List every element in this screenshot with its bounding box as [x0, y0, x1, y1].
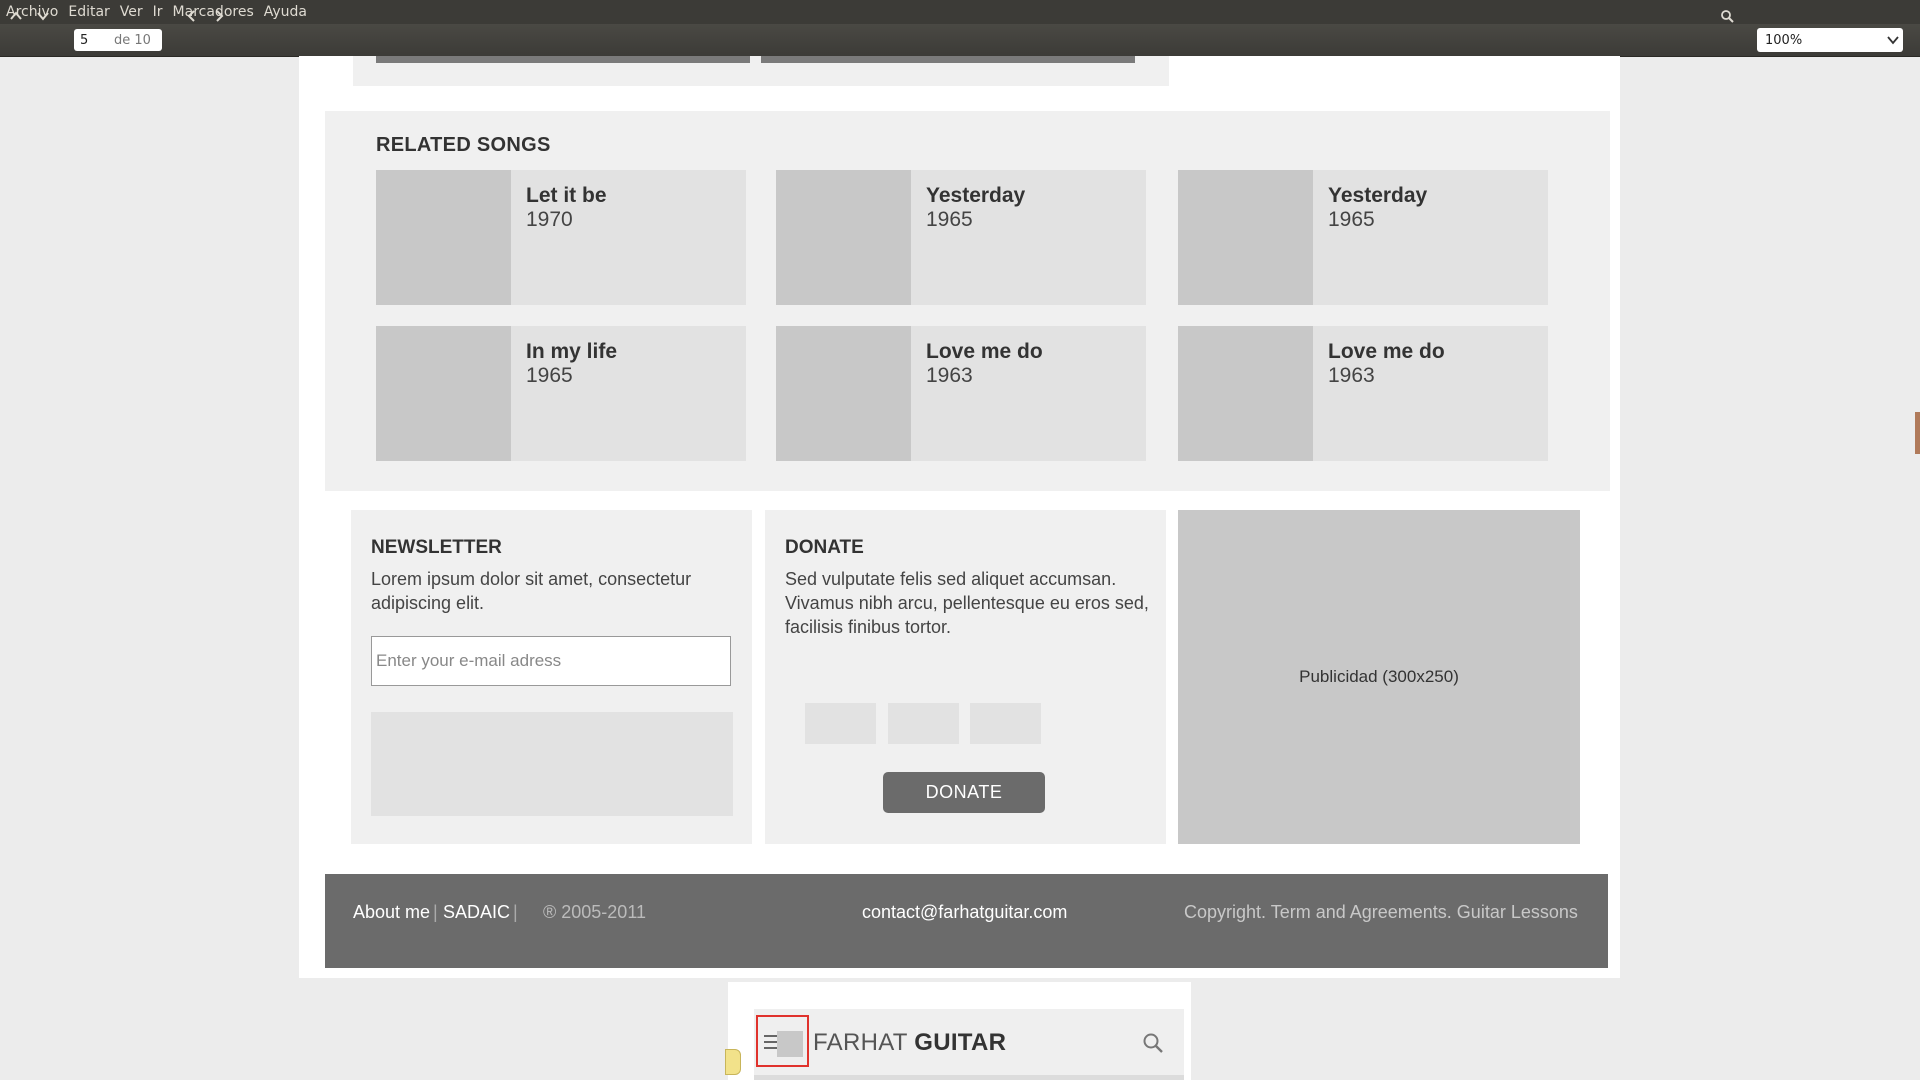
menu-ayuda[interactable]: Ayuda: [259, 0, 312, 24]
song-year: 1970: [526, 208, 573, 231]
ad-label: Publicidad (300x250): [1299, 667, 1459, 686]
song-thumbnail: [1178, 326, 1313, 461]
song-title: Yesterday: [926, 184, 1026, 207]
logo-text-light: FARHAT: [813, 1029, 908, 1056]
song-title: Love me do: [926, 340, 1043, 363]
zoom-value: 100%: [1765, 32, 1803, 48]
chevron-up-icon: [10, 11, 22, 20]
page-number-box: de 10: [74, 29, 162, 51]
song-title: In my life: [526, 340, 618, 363]
previous-page-button[interactable]: [3, 4, 29, 28]
footer-terms: Copyright. Term and Agreements. Guitar L…: [1184, 902, 1578, 922]
footer-email-link[interactable]: contact@farhatguitar.com: [862, 902, 1067, 923]
song-card[interactable]: In my life 1965: [376, 326, 746, 461]
song-year: 1963: [1328, 364, 1375, 387]
menu-icon: [764, 1035, 778, 1049]
menu-editar[interactable]: Editar: [63, 0, 114, 24]
back-button[interactable]: [179, 4, 205, 28]
footer-years: ® 2005-2011: [543, 902, 647, 922]
ad-placeholder: Publicidad (300x250): [1178, 510, 1580, 844]
logo-placeholder: [777, 1031, 803, 1057]
song-card[interactable]: Yesterday 1965: [776, 170, 1146, 305]
email-field[interactable]: [371, 636, 731, 686]
menu-ir[interactable]: Ir: [148, 0, 168, 24]
song-title: Yesterday: [1328, 184, 1428, 207]
footer: About me | SADAIC | ® 2005-2011 contact@…: [325, 874, 1608, 968]
menu-button[interactable]: [756, 1015, 809, 1067]
song-card[interactable]: Yesterday 1965: [1178, 170, 1548, 305]
footer-sadaic-link[interactable]: SADAIC: [443, 902, 510, 923]
song-title: Let it be: [526, 184, 607, 207]
logo-text-bold: GUITAR: [914, 1029, 1007, 1056]
zoom-select[interactable]: 100%: [1757, 28, 1903, 52]
donate-text: Sed vulputate felis sed aliquet accumsan…: [785, 569, 1149, 637]
donate-amount-option[interactable]: [888, 703, 959, 744]
site-logo: FARHAT GUITAR: [813, 1029, 1006, 1057]
song-year: 1965: [926, 208, 973, 231]
related-songs-title: RELATED SONGS: [376, 134, 551, 156]
newsletter-text: Lorem ipsum dolor sit amet, consectetur …: [371, 569, 692, 613]
chevron-down-icon: [1883, 33, 1903, 47]
newsletter-submit-button[interactable]: [371, 712, 733, 816]
song-year: 1965: [1328, 208, 1375, 231]
song-title: Love me do: [1328, 340, 1445, 363]
fragment-bar: [376, 56, 750, 63]
page-number-input[interactable]: [74, 32, 114, 48]
song-card[interactable]: Love me do 1963: [776, 326, 1146, 461]
newsletter-title: NEWSLETTER: [371, 537, 502, 558]
song-thumbnail: [376, 326, 511, 461]
search-icon[interactable]: [1141, 1031, 1165, 1055]
song-thumbnail: [1178, 170, 1313, 305]
song-thumbnail: [776, 326, 911, 461]
previous-section-fragment: [353, 56, 1169, 86]
donate-button[interactable]: DONATE: [883, 772, 1045, 813]
forward-button[interactable]: [206, 4, 232, 28]
note-annotation-icon[interactable]: [725, 1049, 741, 1075]
search-icon: [1721, 10, 1734, 23]
song-thumbnail: [776, 170, 911, 305]
song-year: 1963: [926, 364, 973, 387]
next-page-button[interactable]: [30, 4, 56, 28]
donate-title: DONATE: [785, 537, 864, 558]
chevron-left-icon: [187, 10, 195, 22]
footer-about-link[interactable]: About me: [353, 902, 430, 923]
fragment-bar: [761, 56, 1135, 63]
footer-separator: |: [513, 902, 518, 922]
mobile-header-divider: [754, 1075, 1184, 1080]
find-button[interactable]: [1714, 4, 1740, 28]
song-year: 1965: [526, 364, 573, 387]
menu-ver[interactable]: Ver: [115, 0, 148, 24]
menubar: Archivo Editar Ver Ir Marcadores Ayuda: [0, 0, 1920, 24]
donate-amount-option[interactable]: [970, 703, 1041, 744]
page-count-label: de 10: [114, 32, 151, 48]
song-thumbnail: [376, 170, 511, 305]
toolbar: [0, 24, 1920, 57]
footer-separator: |: [433, 902, 438, 922]
scroll-marker: [1915, 412, 1920, 454]
chevron-right-icon: [216, 10, 224, 22]
song-card[interactable]: Love me do 1963: [1178, 326, 1548, 461]
donate-amount-option[interactable]: [805, 703, 876, 744]
chevron-down-icon: [37, 12, 49, 21]
song-card[interactable]: Let it be 1970: [376, 170, 746, 305]
